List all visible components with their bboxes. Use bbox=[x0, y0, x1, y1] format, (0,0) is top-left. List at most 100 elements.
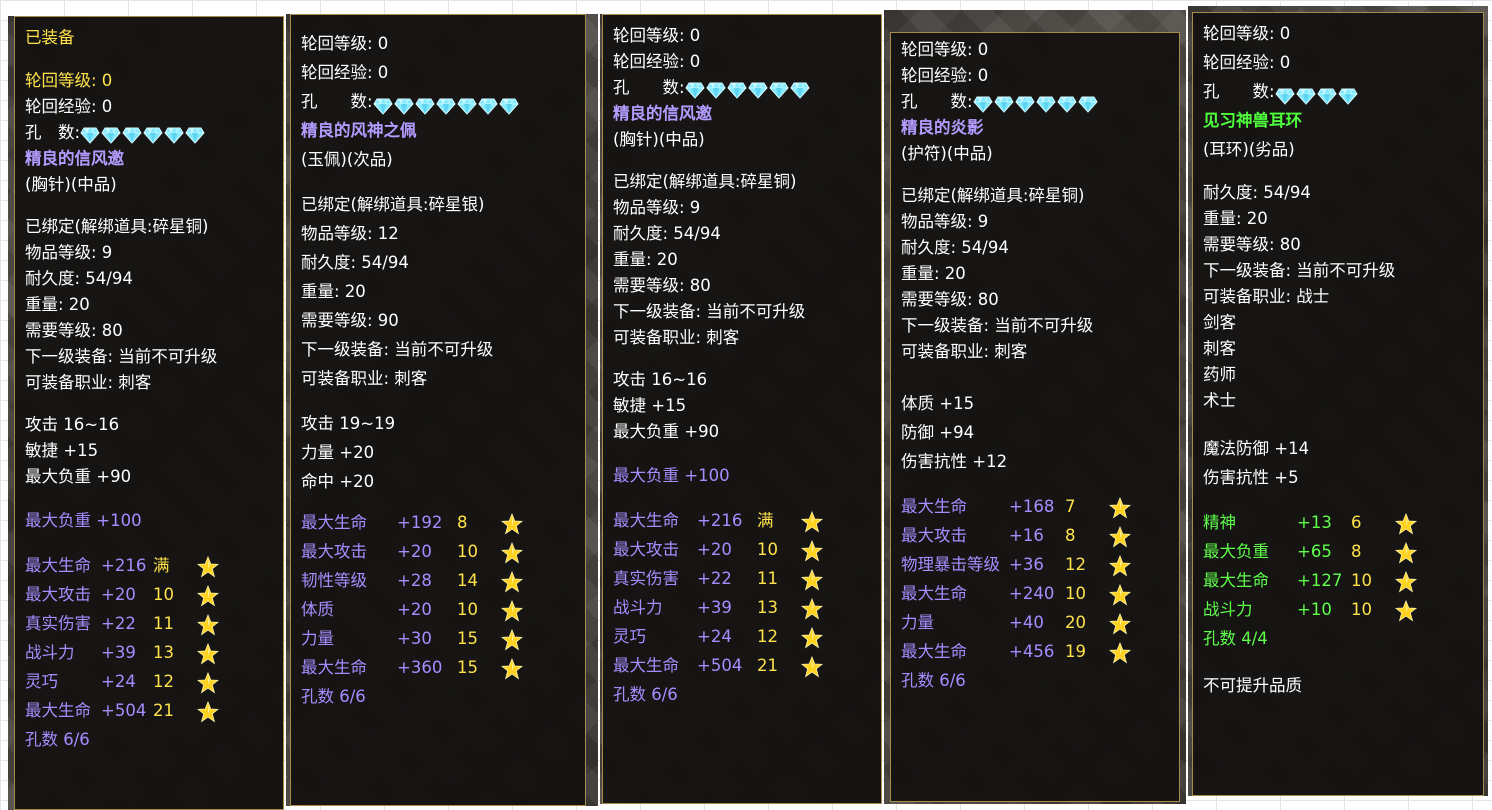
gem-socket-icon bbox=[122, 126, 142, 144]
stat-line: 物品等级: 12 bbox=[301, 224, 399, 243]
attr-name: 最大攻击 bbox=[901, 526, 967, 545]
stat-line: 耐久度: 54/94 bbox=[901, 238, 1009, 257]
gem-socket-icon bbox=[185, 126, 205, 144]
gem-socket-icon bbox=[414, 95, 435, 115]
attr-name: 战斗力 bbox=[1203, 600, 1253, 619]
stat-line: 攻击 16~16 bbox=[25, 415, 120, 434]
stat-line: 已绑定(解绑道具:碎星银) bbox=[301, 195, 485, 214]
stat-line: 需要等级: 80 bbox=[613, 276, 711, 295]
gem-socket-icon bbox=[435, 95, 456, 115]
gold-star-icon bbox=[196, 671, 220, 694]
attr-value: +127 bbox=[1297, 571, 1343, 590]
socket-label: 孔 数: bbox=[301, 92, 373, 111]
stat-line: 刺客 bbox=[1203, 339, 1236, 358]
star-attribute-row: 体质 +20 10 bbox=[301, 595, 575, 624]
item-tooltip: 已装备 轮回等级: 0 轮回经验: 0 孔 数: 精良的信风邀 (胸针)(中品)… bbox=[14, 16, 284, 810]
attr-name: 体质 bbox=[301, 600, 334, 619]
star-attribute-row: 最大攻击 +16 8 bbox=[901, 521, 1169, 550]
gem-socket-icon bbox=[477, 95, 498, 115]
star-attribute-row: 真实伤害 +22 11 bbox=[25, 609, 273, 638]
attr-name: 最大攻击 bbox=[301, 542, 367, 561]
attr-value: +216 bbox=[697, 511, 743, 530]
item-info: 耐久度: 54/94 重量: 20 需要等级: 80 下一级装备: 当前不可升级 可装备… bbox=[1203, 180, 1473, 414]
attr-level: 21 bbox=[153, 701, 174, 720]
attr-value: +36 bbox=[1009, 555, 1044, 574]
gem-socket-icon bbox=[1274, 85, 1295, 105]
attr-level: 10 bbox=[1065, 584, 1086, 603]
attr-name: 最大生命 bbox=[613, 656, 679, 675]
stat-line: 体质 +15 bbox=[901, 394, 975, 413]
item-name: 精良的炎影 bbox=[901, 118, 984, 137]
gem-socket-icon bbox=[1316, 85, 1337, 105]
stat-line: 最大负重 +90 bbox=[613, 422, 720, 441]
gold-star-icon bbox=[1394, 512, 1418, 535]
gold-star-icon bbox=[1108, 583, 1132, 606]
attr-level: 8 bbox=[1351, 542, 1362, 561]
base-stats: 攻击 16~16 敏捷 +15 最大负重 +90 bbox=[25, 412, 273, 490]
gem-socket-icon bbox=[1295, 85, 1316, 105]
gold-star-icon bbox=[1108, 554, 1132, 577]
socket-count: 孔数 6/6 bbox=[301, 687, 366, 706]
stat-line: 剑客 bbox=[1203, 313, 1236, 332]
attr-value: +39 bbox=[101, 643, 136, 662]
rebirth-exp: 轮回经验: 0 bbox=[613, 52, 701, 71]
socket-row: 孔 数: bbox=[1203, 77, 1473, 106]
stat-line: 物品等级: 9 bbox=[901, 212, 989, 231]
socket-row: 孔 数: bbox=[613, 75, 871, 101]
star-attribute-row: 最大生命 +240 10 bbox=[901, 579, 1169, 608]
attr-value: +456 bbox=[1009, 642, 1055, 661]
attr-value: +16 bbox=[1009, 526, 1044, 545]
attr-level: 12 bbox=[757, 627, 778, 646]
item-type: (护符)(中品) bbox=[901, 144, 993, 163]
attr-value: +24 bbox=[101, 672, 136, 691]
gem-socket-icon bbox=[993, 95, 1014, 113]
gem-socket-icon bbox=[768, 81, 789, 99]
gem-socket-icon bbox=[972, 95, 993, 113]
stat-line: 下一级装备: 当前不可升级 bbox=[1203, 261, 1396, 280]
extra-stat: 最大负重 +100 bbox=[25, 511, 142, 530]
stat-line: 可装备职业: 刺客 bbox=[25, 373, 152, 392]
attr-value: +22 bbox=[697, 569, 732, 588]
quality-note: 不可提升品质 bbox=[1203, 676, 1302, 695]
gem-socket-icon bbox=[726, 81, 747, 99]
attr-level: 8 bbox=[1065, 526, 1076, 545]
socket-label: 孔 数: bbox=[613, 78, 685, 97]
star-attribute-row: 韧性等级 +28 14 bbox=[301, 566, 575, 595]
attr-value: +13 bbox=[1297, 513, 1332, 532]
stat-line: 力量 +20 bbox=[301, 443, 375, 462]
gem-socket-icon bbox=[789, 81, 810, 99]
attr-name: 最大攻击 bbox=[25, 585, 91, 604]
item-info: 已绑定(解绑道具:碎星银) 物品等级: 12 耐久度: 54/94 重量: 20 需要等… bbox=[301, 190, 575, 393]
star-attribute-row: 最大生命 +216 满 bbox=[613, 506, 871, 535]
stat-line: 耐久度: 54/94 bbox=[25, 269, 133, 288]
base-stats: 攻击 16~16 敏捷 +15 最大负重 +90 bbox=[613, 367, 871, 445]
gem-socket-icon bbox=[456, 95, 477, 115]
attr-name: 力量 bbox=[301, 629, 334, 648]
attr-name: 力量 bbox=[901, 613, 934, 632]
gold-star-icon bbox=[196, 642, 220, 665]
star-attribute-row: 最大负重 +65 8 bbox=[1203, 537, 1473, 566]
gold-star-icon bbox=[1108, 496, 1132, 519]
star-attribute-row: 最大生命 +216 满 bbox=[25, 551, 273, 580]
attr-name: 灵巧 bbox=[25, 672, 58, 691]
stat-line: 最大负重 +90 bbox=[25, 467, 132, 486]
stat-line: 重量: 20 bbox=[901, 264, 966, 283]
star-attribute-row: 最大攻击 +20 10 bbox=[25, 580, 273, 609]
stat-line: 需要等级: 80 bbox=[25, 321, 123, 340]
item-name: 见习神兽耳环 bbox=[1203, 111, 1302, 130]
attr-level: 21 bbox=[757, 656, 778, 675]
gold-star-icon bbox=[196, 584, 220, 607]
attr-name: 最大攻击 bbox=[613, 540, 679, 559]
attr-level: 10 bbox=[1351, 571, 1372, 590]
game-screenshot-4: 轮回等级: 0 轮回经验: 0 孔 数: 精良的炎影 (护符)(中品) 已绑定(… bbox=[884, 10, 1186, 804]
attr-level: 6 bbox=[1351, 513, 1362, 532]
attr-name: 最大生命 bbox=[1203, 571, 1269, 590]
stat-line: 敏捷 +15 bbox=[613, 396, 687, 415]
stat-line: 已绑定(解绑道具:碎星铜) bbox=[901, 186, 1085, 205]
star-attribute-row: 最大生命 +504 21 bbox=[613, 651, 871, 680]
attr-level: 12 bbox=[153, 672, 174, 691]
gold-star-icon bbox=[500, 570, 524, 593]
stat-line: 命中 +20 bbox=[301, 472, 375, 491]
stat-line: 可装备职业: 刺客 bbox=[301, 369, 428, 388]
star-attribute-row: 最大生命 +360 15 bbox=[301, 653, 575, 682]
